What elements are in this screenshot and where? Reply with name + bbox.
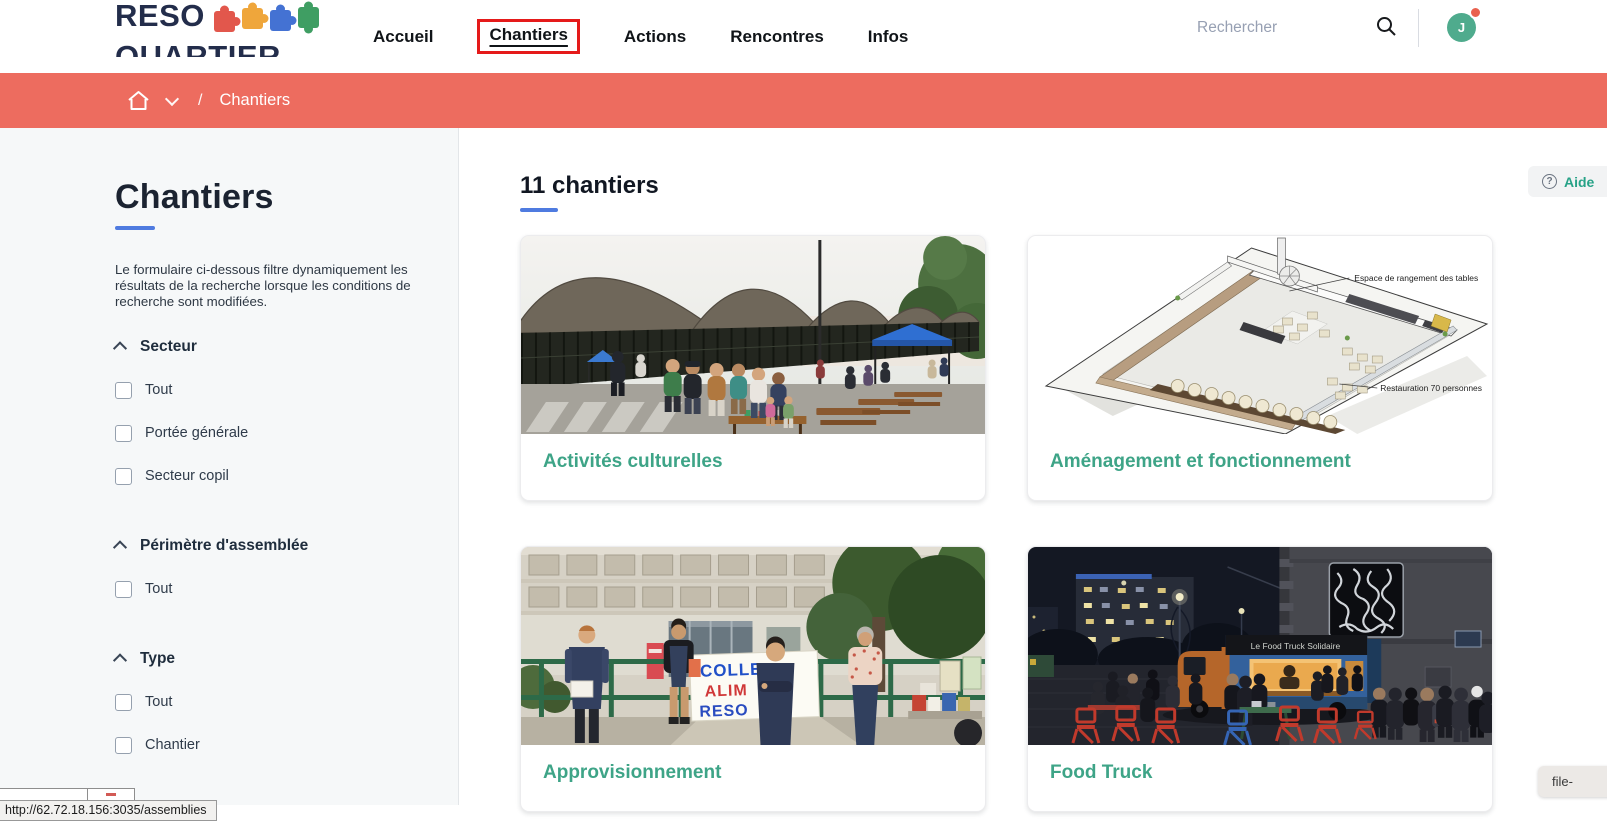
filter-section-secteur: Secteur Tout Portée générale Secteur cop… [115,338,458,485]
filters-sidebar: Chantiers Le formulaire ci-dessous filtr… [0,128,459,805]
filter-section-toggle[interactable]: Secteur [115,338,458,356]
top-navigation-bar: RESO QUARTIER Accueil Chantiers [0,0,1607,73]
site-logo[interactable]: RESO QUARTIER [115,1,324,57]
svg-text:Le Food Truck Solidaire: Le Food Truck Solidaire [1251,641,1341,651]
card-approvisionnement[interactable]: COLLE ALIM RESO [520,546,986,812]
breadcrumb: / Chantiers [0,73,1607,128]
main-nav: Accueil Chantiers Actions Rencontres Inf… [373,0,908,73]
chantiers-grid: Activités culturelles [520,235,1491,812]
logo-text-line2: QUARTIER [115,41,324,57]
notification-dot [1469,6,1482,19]
puzzle-pieces-icon [212,1,324,40]
checkbox[interactable] [115,581,132,598]
card-image-activites [521,236,985,434]
chevron-up-icon [113,653,127,667]
header-divider [1418,9,1419,47]
card-image-food-truck: Le Food Truck Solidaire [1028,547,1492,745]
svg-text:Restauration 70 personnes: Restauration 70 personnes [1380,383,1482,393]
page: RESO QUARTIER Accueil Chantiers [0,0,1607,829]
card-amenagement[interactable]: Espace de rangement des tables Restaurat… [1027,235,1493,501]
checkbox[interactable] [115,694,132,711]
search-icon[interactable] [1372,13,1400,41]
card-activites-culturelles[interactable]: Activités culturelles [520,235,986,501]
card-image-amenagement: Espace de rangement des tables Restaurat… [1028,236,1492,434]
card-image-approvisionnement: COLLE ALIM RESO [521,547,985,745]
svg-text:RESO: RESO [699,702,749,721]
logo-text-line1: RESO [115,1,205,30]
filter-option[interactable]: Portée générale [115,425,458,442]
chevron-up-icon [113,540,127,554]
checkbox[interactable] [115,425,132,442]
breadcrumb-current: Chantiers [219,91,290,110]
home-icon[interactable] [127,90,150,111]
title-underline [115,226,155,230]
filter-section-perimetre: Périmètre d'assemblée Tout [115,537,458,598]
card-title[interactable]: Approvisionnement [543,762,963,784]
help-button[interactable]: ? Aide [1528,166,1607,197]
filter-section-toggle[interactable]: Type [115,650,458,668]
filter-option[interactable]: Tout [115,694,458,711]
card-title[interactable]: Aménagement et fonctionnement [1050,451,1470,473]
filter-option[interactable]: Secteur copil [115,468,458,485]
nav-item-infos[interactable]: Infos [868,27,909,47]
nav-item-chantiers[interactable]: Chantiers [477,19,579,54]
status-bar-url: http://62.72.18.156:3035/assemblies [0,800,217,821]
checkbox[interactable] [115,382,132,399]
svg-text:ALIM: ALIM [704,682,748,701]
results-count: 11 chantiers [520,172,659,200]
filter-option[interactable]: Tout [115,382,458,399]
results-heading: 11 chantiers [520,172,659,212]
content-area: Chantiers Le formulaire ci-dessous filtr… [0,128,1607,829]
question-circle-icon: ? [1542,174,1557,189]
filters-description: Le formulaire ci-dessous filtre dynamiqu… [115,262,417,310]
nav-item-actions[interactable]: Actions [624,27,686,47]
card-title[interactable]: Food Truck [1050,762,1470,784]
checkbox[interactable] [115,737,132,754]
breadcrumb-separator: / [198,92,202,110]
card-food-truck[interactable]: Le Food Truck Solidaire [1027,546,1493,812]
card-title[interactable]: Activités culturelles [543,451,963,473]
filter-section-type: Type Tout Chantier [115,650,458,754]
search-input[interactable] [1195,18,1359,38]
nav-item-rencontres[interactable]: Rencontres [730,27,824,47]
results-underline [520,208,558,212]
filter-section-toggle[interactable]: Périmètre d'assemblée [115,537,458,555]
filter-option[interactable]: Tout [115,581,458,598]
filter-option[interactable]: Chantier [115,737,458,754]
svg-text:Espace de rangement des tables: Espace de rangement des tables [1354,273,1478,283]
svg-text:COLLE: COLLE [700,660,763,681]
checkbox[interactable] [115,468,132,485]
chevron-up-icon [113,341,127,355]
nav-item-accueil[interactable]: Accueil [373,27,433,47]
file-tooltip: file- [1538,766,1607,797]
chevron-down-icon[interactable] [165,91,179,105]
page-title: Chantiers [115,178,458,217]
